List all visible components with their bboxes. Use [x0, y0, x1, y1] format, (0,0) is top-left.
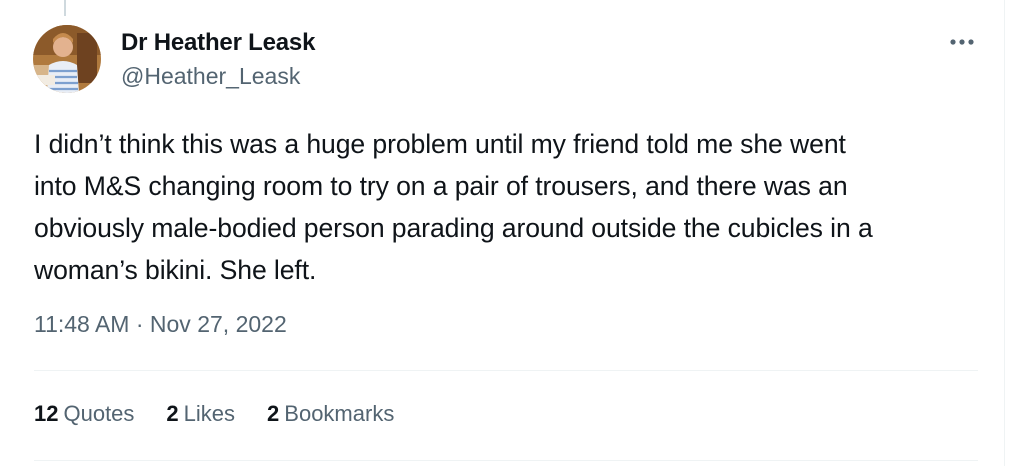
avatar-photo — [33, 25, 101, 93]
more-horizontal-icon — [950, 39, 974, 45]
author-name[interactable]: Dr Heather Leask — [121, 29, 315, 57]
stat-label: Likes — [183, 401, 236, 426]
tweet-timestamp[interactable]: 11:48 AM · Nov 27, 2022 — [34, 311, 287, 338]
divider — [34, 460, 978, 461]
stat-bookmarks[interactable]: 2 Bookmarks — [267, 401, 394, 427]
divider — [34, 370, 978, 371]
stat-count: 2 — [166, 401, 179, 426]
stat-likes[interactable]: 2 Likes — [166, 401, 235, 427]
stat-count: 2 — [267, 401, 280, 426]
tweet-stats: 12 Quotes 2 Likes 2 Bookmarks — [34, 401, 394, 427]
stat-label: Bookmarks — [284, 401, 395, 426]
author-handle[interactable]: @Heather_Leask — [121, 63, 300, 90]
avatar[interactable] — [33, 25, 101, 93]
more-options-button[interactable] — [944, 30, 980, 54]
stat-count: 12 — [34, 401, 59, 426]
stat-quotes[interactable]: 12 Quotes — [34, 401, 134, 427]
tweet-text: I didn’t think this was a huge problem u… — [34, 129, 873, 285]
thread-connector-line — [64, 0, 66, 16]
tweet-card: Dr Heather Leask @Heather_Leask I didn’t… — [0, 0, 1005, 466]
stat-label: Quotes — [63, 401, 135, 426]
